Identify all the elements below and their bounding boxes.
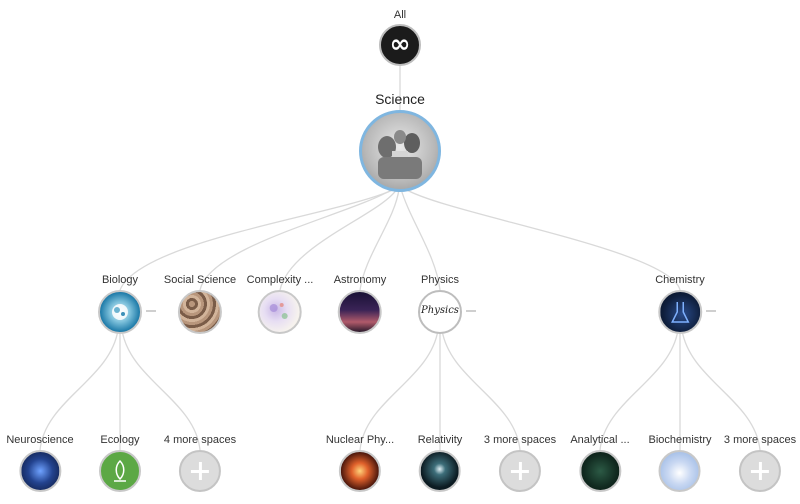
grandchild-label: Analytical ... — [570, 434, 630, 446]
grandchild-label: Ecology — [100, 434, 140, 446]
grandchild-label: 3 more spaces — [723, 434, 797, 446]
child-physics[interactable]: Physics Physics — [418, 273, 462, 334]
grandchild-nuclear-physics[interactable]: Nuclear Phy... — [326, 433, 394, 492]
infinity-glyph: ∞ — [389, 29, 411, 58]
root-label: All — [393, 9, 407, 21]
analytical-chemistry-icon[interactable] — [579, 450, 621, 492]
grandchild-label: Neuroscience — [6, 434, 74, 446]
complexity-icon[interactable] — [257, 290, 302, 334]
grandchild-analytical-chemistry[interactable]: Analytical ... — [570, 433, 630, 492]
child-chemistry[interactable]: Chemistry — [655, 273, 705, 334]
collapse-dash[interactable] — [706, 310, 716, 312]
collapse-dash[interactable] — [466, 310, 476, 312]
science-label: Science — [375, 91, 425, 107]
scientists-illustration — [378, 130, 422, 179]
grandchild-label: Relativity — [417, 434, 463, 446]
grandchild-relativity[interactable]: Relativity — [417, 433, 463, 492]
child-label: Physics — [421, 274, 459, 286]
infinity-icon[interactable]: ∞ — [379, 24, 421, 66]
child-astronomy[interactable]: Astronomy — [333, 273, 387, 334]
root-node[interactable]: All ∞ — [379, 8, 421, 66]
grandchild-more-spaces[interactable]: 4 more spaces — [164, 433, 236, 492]
physics-icon-text: Physics — [421, 305, 459, 316]
plus-icon[interactable] — [179, 450, 221, 492]
grandchild-neuroscience[interactable]: Neuroscience — [6, 433, 74, 492]
neuroscience-icon[interactable] — [18, 450, 61, 492]
grandchild-label: Nuclear Phy... — [325, 434, 395, 446]
grandchild-ecology[interactable]: Ecology — [99, 433, 141, 492]
social-science-icon[interactable] — [178, 290, 222, 334]
child-label: Social Science — [163, 274, 237, 286]
child-complexity[interactable]: Complexity ... — [246, 273, 314, 334]
child-label: Complexity ... — [246, 274, 314, 286]
science-node[interactable]: Science — [359, 90, 441, 192]
tree-links — [39, 66, 761, 451]
relativity-icon[interactable] — [419, 450, 461, 492]
child-social-science[interactable]: Social Science — [164, 273, 236, 334]
collapse-dash[interactable] — [146, 310, 156, 312]
grandchild-label: 3 more spaces — [483, 434, 557, 446]
grandchild-biochemistry[interactable]: Biochemistry — [648, 433, 712, 492]
biology-icon[interactable] — [98, 290, 142, 334]
child-biology[interactable]: Biology — [98, 273, 142, 334]
child-label: Biology — [101, 274, 139, 286]
chemistry-icon[interactable] — [657, 290, 702, 334]
grandchild-more-spaces[interactable]: 3 more spaces — [484, 433, 556, 492]
plus-icon[interactable] — [499, 450, 541, 492]
nuclear-physics-icon[interactable] — [339, 450, 381, 492]
child-label: Chemistry — [655, 274, 705, 286]
grandchild-more-spaces[interactable]: 3 more spaces — [724, 433, 796, 492]
physics-icon[interactable]: Physics — [418, 290, 462, 334]
ecology-icon[interactable] — [99, 450, 141, 492]
science-photo[interactable] — [359, 110, 441, 192]
grandchild-label: Biochemistry — [648, 434, 712, 446]
grandchild-label: 4 more spaces — [163, 434, 237, 446]
plus-icon[interactable] — [739, 450, 781, 492]
astronomy-icon[interactable] — [337, 290, 382, 334]
child-label: Astronomy — [333, 274, 387, 286]
biochemistry-icon[interactable] — [659, 450, 701, 492]
